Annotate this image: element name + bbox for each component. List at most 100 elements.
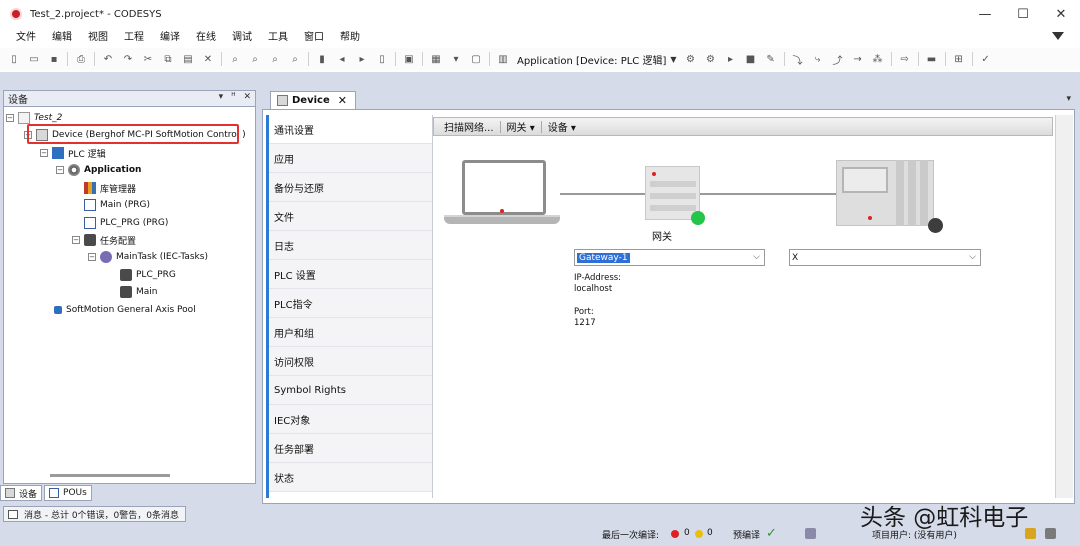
undo-icon[interactable]: ↶: [100, 51, 116, 67]
force-values-icon[interactable]: ⊞: [951, 51, 967, 67]
device-select[interactable]: X ⌵: [789, 249, 981, 266]
menu-project[interactable]: 工程: [116, 28, 152, 48]
step-out-icon[interactable]: ⤴: [830, 51, 846, 67]
nav-plc-shell[interactable]: PLC指令: [269, 289, 432, 318]
generate-code-icon[interactable]: ▢: [468, 51, 484, 67]
chevron-down-icon[interactable]: ⌵: [969, 252, 976, 262]
breakpoint-icon[interactable]: ⁂: [870, 51, 886, 67]
cut-icon[interactable]: ✂: [140, 51, 156, 67]
bookmark-icon[interactable]: ▮: [314, 51, 330, 67]
menu-help[interactable]: 帮助: [332, 28, 368, 48]
step-over-icon[interactable]: ⤵: [790, 51, 806, 67]
menu-view[interactable]: 视图: [80, 28, 116, 48]
nav-users-groups[interactable]: 用户和组: [269, 318, 432, 347]
menu-debug[interactable]: 调试: [224, 28, 260, 48]
tab-device[interactable]: Device ✕: [270, 91, 356, 109]
open-folder-icon[interactable]: ▭: [26, 51, 42, 67]
nav-task-deployment[interactable]: 任务部署: [269, 434, 432, 463]
collapse-icon[interactable]: −: [6, 114, 14, 122]
nav-status[interactable]: 状态: [269, 463, 432, 492]
minimize-button[interactable]: —: [966, 0, 1004, 28]
messages-tab[interactable]: 消息 - 总计 0个错误，0警告，0条消息: [3, 506, 186, 522]
nav-symbol-rights[interactable]: Symbol Rights: [269, 376, 432, 405]
reset-icon[interactable]: ✎: [763, 51, 779, 67]
find-icon[interactable]: ⌕: [227, 51, 243, 67]
find-replace-icon[interactable]: ⌕: [247, 51, 263, 67]
tree-item-application[interactable]: − Application: [56, 162, 141, 178]
device-menu-button[interactable]: 设备 ▾: [542, 119, 582, 134]
online-config-icon[interactable]: [805, 528, 816, 539]
next-statement-icon[interactable]: ⇨: [897, 51, 913, 67]
close-icon[interactable]: ✕: [338, 94, 347, 107]
gateway-select[interactable]: Gateway-1 ⌵: [574, 249, 765, 266]
collapse-icon[interactable]: −: [72, 236, 80, 244]
menu-file[interactable]: 文件: [8, 28, 44, 48]
check-icon[interactable]: ✓: [978, 51, 994, 67]
menu-build[interactable]: 编译: [152, 28, 188, 48]
bookmark-prev-icon[interactable]: ◂: [334, 51, 350, 67]
bookmark-next-icon[interactable]: ▸: [354, 51, 370, 67]
chevron-down-icon[interactable]: ▼: [670, 55, 676, 64]
delete-icon[interactable]: ✕: [200, 51, 216, 67]
nav-backup-restore[interactable]: 备份与还原: [269, 173, 432, 202]
build-dropdown-icon[interactable]: ▾: [448, 51, 464, 67]
filter-icon[interactable]: [1052, 32, 1064, 40]
tree-item-axis-pool[interactable]: SoftMotion General Axis Pool: [54, 302, 196, 318]
run-icon[interactable]: ▸: [723, 51, 739, 67]
build-icon[interactable]: ▦: [428, 51, 444, 67]
editor-vertical-scrollbar[interactable]: [1055, 115, 1073, 498]
panel-menu-icon[interactable]: ▾: [219, 92, 224, 102]
tree-item-task-config[interactable]: − 任务配置: [72, 232, 136, 248]
close-button[interactable]: ✕: [1042, 0, 1080, 28]
menu-online[interactable]: 在线: [188, 28, 224, 48]
nav-plc-settings[interactable]: PLC 设置: [269, 260, 432, 289]
nav-access-rights[interactable]: 访问权限: [269, 347, 432, 376]
active-application-select[interactable]: Application [Device: PLC 逻辑]: [517, 52, 666, 67]
editor-menu-icon[interactable]: ▾: [1066, 94, 1071, 104]
stop-icon[interactable]: ■: [743, 51, 759, 67]
chevron-down-icon[interactable]: ⌵: [753, 252, 760, 262]
tree-item-library-manager[interactable]: 库管理器: [84, 180, 136, 196]
login-icon[interactable]: ⚙: [683, 51, 699, 67]
maximize-button[interactable]: ☐: [1004, 0, 1042, 28]
tab-pous[interactable]: POUs: [44, 485, 92, 501]
lock-icon[interactable]: [1045, 528, 1056, 539]
tree-item-main-task[interactable]: − MainTask (IEC-Tasks): [88, 249, 208, 265]
run-to-cursor-icon[interactable]: →: [850, 51, 866, 67]
collapse-icon[interactable]: −: [40, 149, 48, 157]
tree-item-plc-logic[interactable]: − PLC 逻辑: [40, 145, 106, 161]
tree-horizontal-scrollbar[interactable]: [50, 474, 170, 477]
scan-network-button[interactable]: 扫描网络...: [438, 119, 500, 134]
gateway-menu-button[interactable]: 网关 ▾: [501, 119, 541, 134]
collapse-icon[interactable]: −: [88, 253, 96, 261]
nav-log[interactable]: 日志: [269, 231, 432, 260]
logout-icon[interactable]: ⚙: [703, 51, 719, 67]
find-next-icon[interactable]: ⌕: [267, 51, 283, 67]
tab-devices[interactable]: 设备: [0, 485, 43, 501]
windows-icon[interactable]: ▣: [401, 51, 417, 67]
save-icon[interactable]: ▪: [46, 51, 62, 67]
redo-icon[interactable]: ↷: [120, 51, 136, 67]
menu-tools[interactable]: 工具: [260, 28, 296, 48]
tree-item-main-prg[interactable]: Main (PRG): [84, 197, 150, 213]
step-into-icon[interactable]: ⤷: [810, 51, 826, 67]
paste-icon[interactable]: ▤: [180, 51, 196, 67]
bookmark-clear-icon[interactable]: ▯: [374, 51, 390, 67]
nav-applications[interactable]: 应用: [269, 144, 432, 173]
tree-item-plc-prg[interactable]: PLC_PRG (PRG): [84, 215, 168, 231]
menu-edit[interactable]: 编辑: [44, 28, 80, 48]
nav-iec-objects[interactable]: IEC对象: [269, 405, 432, 434]
copy-icon[interactable]: ⧉: [160, 51, 176, 67]
new-file-icon[interactable]: ▯: [6, 51, 22, 67]
collapse-icon[interactable]: −: [56, 166, 64, 174]
nav-files[interactable]: 文件: [269, 202, 432, 231]
tree-item-task-main[interactable]: Main: [120, 284, 158, 300]
nav-communication-settings[interactable]: 通讯设置: [269, 115, 432, 144]
tree-item-task-plc-prg[interactable]: PLC_PRG: [120, 267, 176, 283]
write-values-icon[interactable]: ▬: [924, 51, 940, 67]
print-icon[interactable]: ⎙: [73, 51, 89, 67]
find-in-files-icon[interactable]: ⌕: [287, 51, 303, 67]
panel-close-icon[interactable]: ✕: [243, 92, 251, 102]
panel-pin-icon[interactable]: ᵸ: [231, 92, 235, 102]
menu-window[interactable]: 窗口: [296, 28, 332, 48]
